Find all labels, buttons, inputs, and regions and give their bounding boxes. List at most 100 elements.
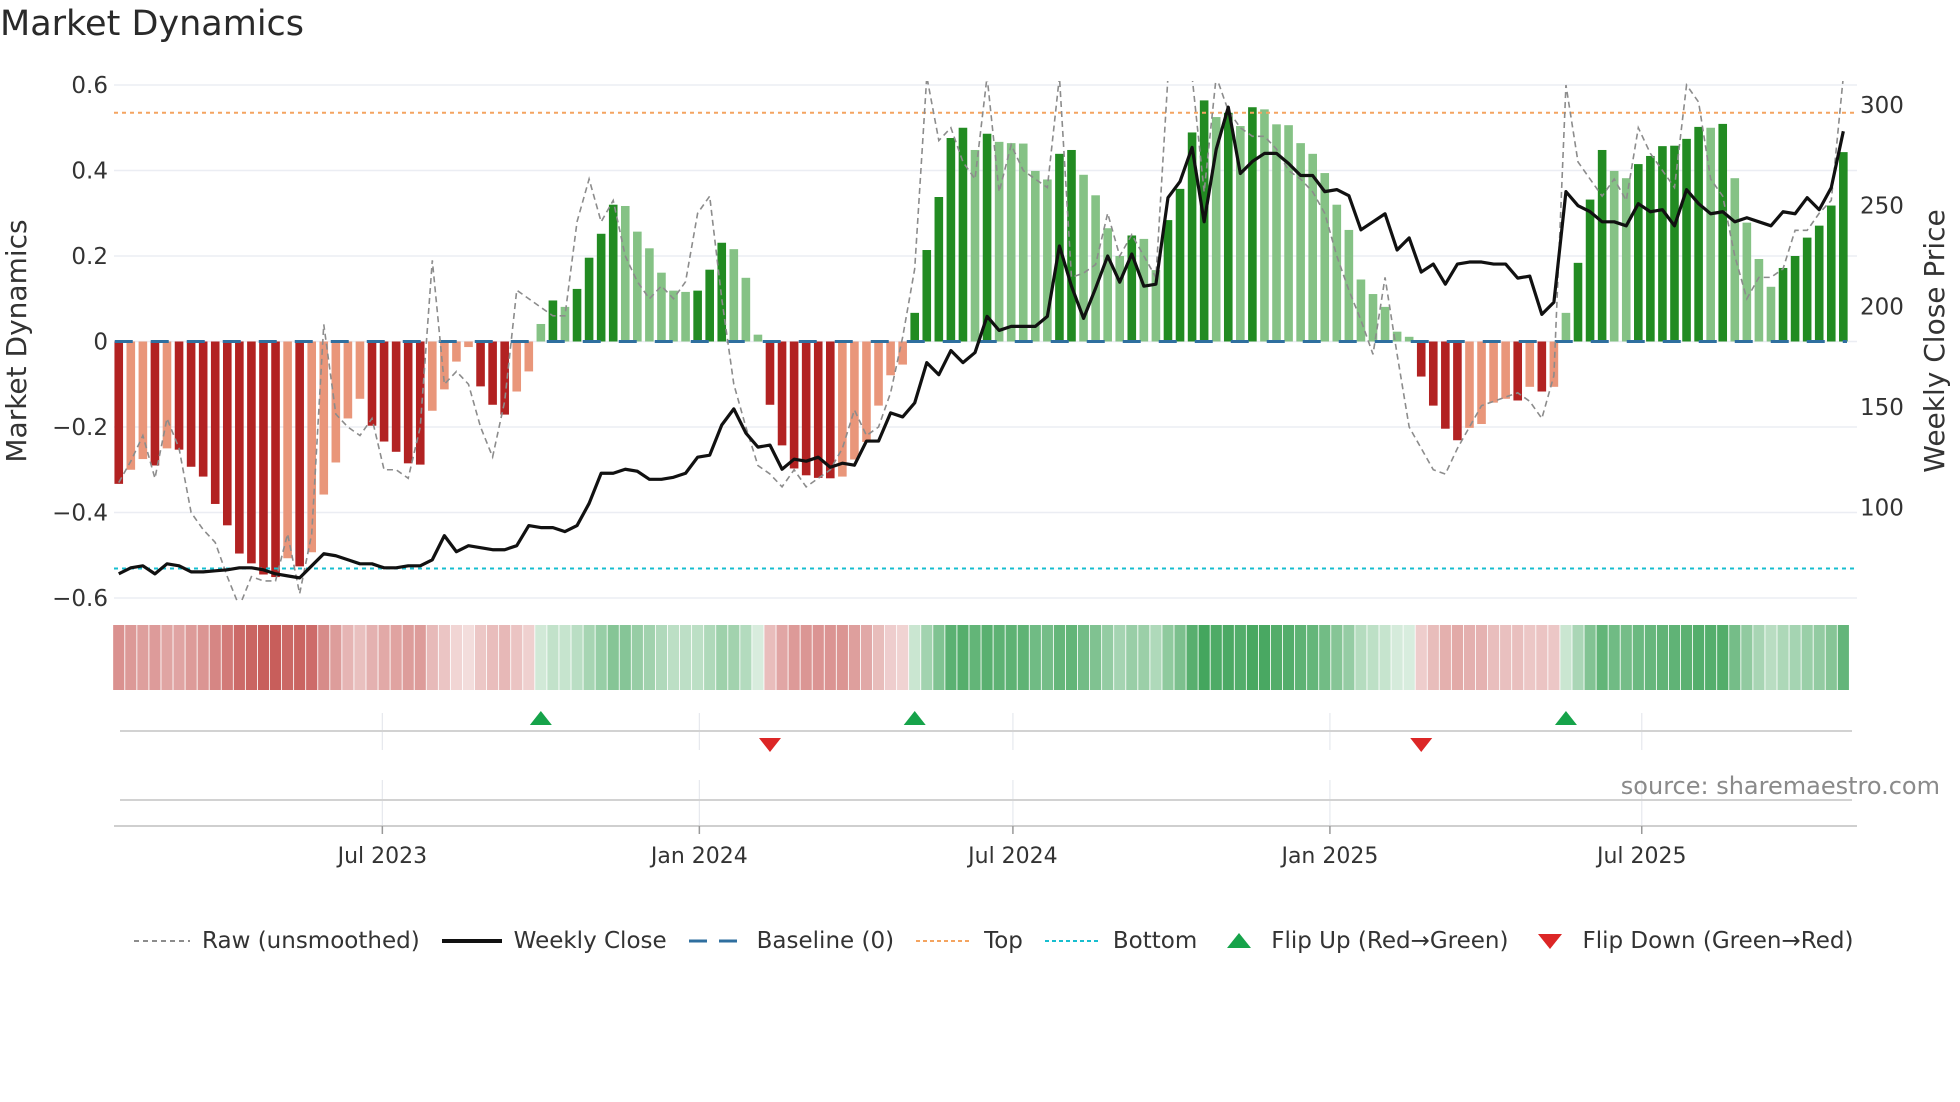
bar [488, 341, 497, 405]
bar [476, 341, 485, 387]
bar [1344, 229, 1354, 342]
strip-cell [643, 625, 655, 690]
bar [150, 341, 160, 466]
bar [343, 341, 353, 419]
bar [801, 341, 811, 476]
y-right-tick-label: 150 [1860, 395, 1904, 421]
legend-baseline[interactable]: Baseline (0) [688, 928, 894, 954]
bar [186, 341, 196, 467]
bar [1477, 341, 1486, 425]
y-tick-label: −0.4 [52, 501, 108, 527]
strip-cell [776, 625, 788, 690]
strip-cell [1295, 625, 1307, 690]
strip-cell [812, 625, 824, 690]
strip-cell [884, 625, 897, 690]
strip-cell [1512, 625, 1524, 690]
strip-cell [909, 625, 921, 690]
strip-cell [1765, 625, 1777, 690]
legend-label: Flip Down (Green→Red) [1582, 928, 1854, 954]
strip-cell [1379, 625, 1391, 690]
y-right-tick-label: 100 [1860, 495, 1904, 521]
strip-cell [281, 625, 294, 690]
bar [741, 277, 751, 342]
legend-flip-up[interactable]: Flip Up (Red→Green) [1219, 928, 1508, 954]
bar [1766, 286, 1776, 342]
strip-cell [1114, 625, 1126, 690]
bar [1115, 256, 1125, 342]
bar [898, 341, 907, 365]
strip-cell [245, 625, 258, 690]
legend-close[interactable]: Weekly Close [441, 928, 667, 954]
bar [1839, 152, 1848, 342]
bar [850, 341, 859, 460]
bar [1513, 341, 1523, 401]
bar [452, 341, 461, 362]
strip-cell [1548, 625, 1560, 690]
bar [705, 269, 714, 342]
strip-cell [1319, 625, 1331, 690]
strip-cell [993, 625, 1005, 690]
bar [1465, 341, 1474, 428]
strip-cell [1415, 625, 1427, 690]
bar [1031, 170, 1040, 342]
strip-cell [426, 625, 438, 690]
strip-cell [1307, 625, 1319, 690]
strip-cell [764, 625, 776, 690]
strip-cell [330, 625, 342, 690]
bar [970, 149, 980, 342]
bar [1284, 125, 1293, 342]
bar [210, 341, 220, 504]
strip-cell [1439, 625, 1451, 690]
bar [560, 306, 570, 342]
bar [126, 341, 136, 470]
strip-cell [1705, 625, 1717, 690]
bar [922, 250, 932, 342]
strip-cell [1596, 625, 1608, 690]
strip-cell [209, 625, 221, 690]
strip-cell [1126, 625, 1138, 690]
strip-cell [149, 625, 161, 690]
strip-cell [499, 625, 511, 690]
bar [1356, 279, 1366, 342]
strip-cell [692, 625, 704, 690]
strip-cell [559, 625, 571, 690]
strip-cell [1102, 625, 1114, 690]
strip-cell [1427, 625, 1439, 690]
legend-raw[interactable]: Raw (unsmoothed) [134, 928, 420, 954]
strip-cell [655, 625, 668, 690]
bar [1537, 341, 1547, 392]
legend-top[interactable]: Top [916, 928, 1023, 954]
bar [1561, 312, 1571, 342]
strip-cell [1343, 625, 1355, 690]
dotted-line-icon [916, 940, 973, 942]
strip-cell [378, 625, 390, 690]
legend-label: Bottom [1112, 928, 1198, 954]
strip-cell [1403, 625, 1415, 690]
bar [1380, 306, 1390, 342]
strip-cell [619, 625, 631, 690]
y-right-tick-label: 250 [1860, 194, 1904, 220]
strip-cell [1500, 625, 1512, 690]
bar [464, 341, 473, 348]
strip-cell [173, 625, 185, 690]
strip-cell [269, 625, 282, 690]
strip-cell [161, 625, 173, 690]
bar [1103, 228, 1112, 342]
strip-cell [716, 625, 728, 690]
bar [524, 341, 534, 372]
strip-cell [1451, 625, 1464, 690]
y-right-tick-label: 300 [1860, 93, 1904, 119]
bar [789, 341, 799, 469]
bar [1416, 341, 1426, 377]
strip-cell [1090, 625, 1102, 690]
bar [1585, 199, 1595, 342]
strip-cell [969, 625, 981, 690]
bar [355, 341, 365, 399]
legend-flip-down[interactable]: Flip Down (Green→Red) [1530, 928, 1853, 954]
bar [910, 312, 920, 342]
legend-bottom[interactable]: Bottom [1044, 928, 1198, 954]
strip-cell [221, 625, 233, 690]
strip-cell [1717, 625, 1729, 690]
bar [681, 291, 690, 342]
legend-label: Top [984, 928, 1023, 954]
